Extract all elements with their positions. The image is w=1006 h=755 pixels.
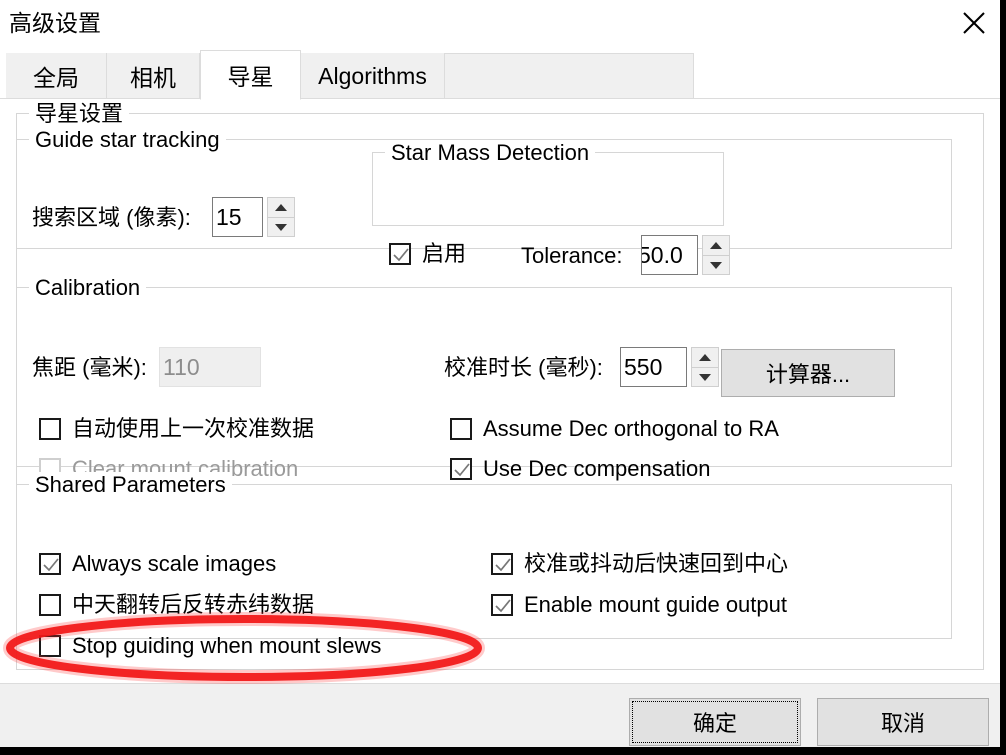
chevron-down-icon [275,223,287,231]
tab-strip: 全局 相机 导星 Algorithms [0,47,1000,100]
checkbox-enable-mount-guide-output[interactable]: Enable mount guide output [491,592,787,618]
search-region-input[interactable] [212,197,263,237]
tab-global[interactable]: 全局 [6,53,107,99]
close-icon[interactable] [948,0,1000,46]
checkbox-auto-restore-calibration[interactable]: 自动使用上一次校准数据 [39,416,314,442]
page-title: 高级设置 [9,10,101,36]
search-region-stepper-up[interactable] [267,197,295,217]
checkbox-box [450,418,472,440]
checkbox-box [39,635,61,657]
calibration-step-stepper-down[interactable] [691,367,719,387]
chevron-down-icon [699,373,711,381]
calculator-button[interactable]: 计算器... [721,349,895,397]
checkbox-box [450,458,472,480]
calibration-step-stepper-up[interactable] [691,347,719,367]
checkbox-label: Use Dec compensation [483,456,711,481]
checkbox-box [39,553,61,575]
chevron-up-icon [710,242,722,249]
cancel-button[interactable]: 取消 [817,698,989,746]
checkbox-assume-dec-orthogonal[interactable]: Assume Dec orthogonal to RA [450,416,779,442]
advanced-settings-dialog: 高级设置 全局 相机 导星 Algorithms 导星设置 Guide star… [0,0,1006,755]
tab-camera[interactable]: 相机 [107,53,200,99]
group-guide-star-tracking-title: Guide star tracking [29,127,226,153]
tab-algorithms[interactable]: Algorithms [301,53,445,99]
calibration-step-label: 校准时长 (毫秒): [444,355,603,380]
star-mass-enable-checkbox[interactable]: 启用 [389,241,466,267]
checkbox-label: Enable mount guide output [524,592,787,617]
tolerance-stepper-up[interactable] [702,235,730,255]
checkbox-label: 中天翻转后反转赤纬数据 [72,592,315,617]
chevron-down-icon [710,261,722,269]
search-region-label: 搜索区域 (像素): [32,205,191,230]
tolerance-stepper[interactable] [702,235,730,275]
checkbox-box [39,418,61,440]
tolerance-label: Tolerance: [521,243,623,268]
tolerance-stepper-down[interactable] [702,255,730,275]
group-calibration-title: Calibration [29,275,147,301]
chevron-up-icon [275,204,287,211]
focal-length-label: 焦距 (毫米): [32,355,147,380]
search-region-stepper[interactable] [267,197,295,237]
group-star-mass-detection: Star Mass Detection [372,140,724,226]
tab-content-guiding: 导星设置 Guide star tracking 搜索区域 (像素): Star… [0,98,1000,683]
group-star-mass-detection-title: Star Mass Detection [385,140,596,166]
checkbox-box [389,243,411,265]
checkbox-box [491,553,513,575]
ok-button[interactable]: 确定 [629,698,801,746]
chevron-up-icon [699,354,711,361]
checkbox-use-dec-compensation[interactable]: Use Dec compensation [450,456,710,482]
search-region-stepper-down[interactable] [267,217,295,237]
tolerance-input[interactable] [641,235,698,275]
calibration-step-input[interactable] [620,347,687,387]
checkbox-label: Stop guiding when mount slews [72,633,382,658]
star-mass-enable-label: 启用 [422,241,467,266]
checkbox-label: 校准或抖动后快速回到中心 [524,551,789,576]
checkbox-always-scale-images[interactable]: Always scale images [39,551,276,577]
checkbox-label: 自动使用上一次校准数据 [72,416,315,441]
calibration-step-stepper[interactable] [691,347,719,387]
checkbox-stop-guiding-when-mount-slews[interactable]: Stop guiding when mount slews [39,633,381,659]
checkbox-fast-recenter[interactable]: 校准或抖动后快速回到中心 [491,551,788,577]
title-bar: 高级设置 [0,0,1000,47]
tab-guiding[interactable]: 导星 [200,50,301,100]
group-guiding-settings-title: 导星设置 [29,101,130,127]
checkbox-label: Always scale images [72,551,277,576]
checkbox-reverse-dec-after-flip[interactable]: 中天翻转后反转赤纬数据 [39,592,314,618]
group-shared-parameters-title: Shared Parameters [29,472,232,498]
focal-length-input[interactable] [159,347,261,387]
checkbox-box [491,594,513,616]
dialog-footer: 确定 取消 [0,683,1000,747]
checkbox-label: Assume Dec orthogonal to RA [483,416,779,441]
checkbox-box [39,594,61,616]
